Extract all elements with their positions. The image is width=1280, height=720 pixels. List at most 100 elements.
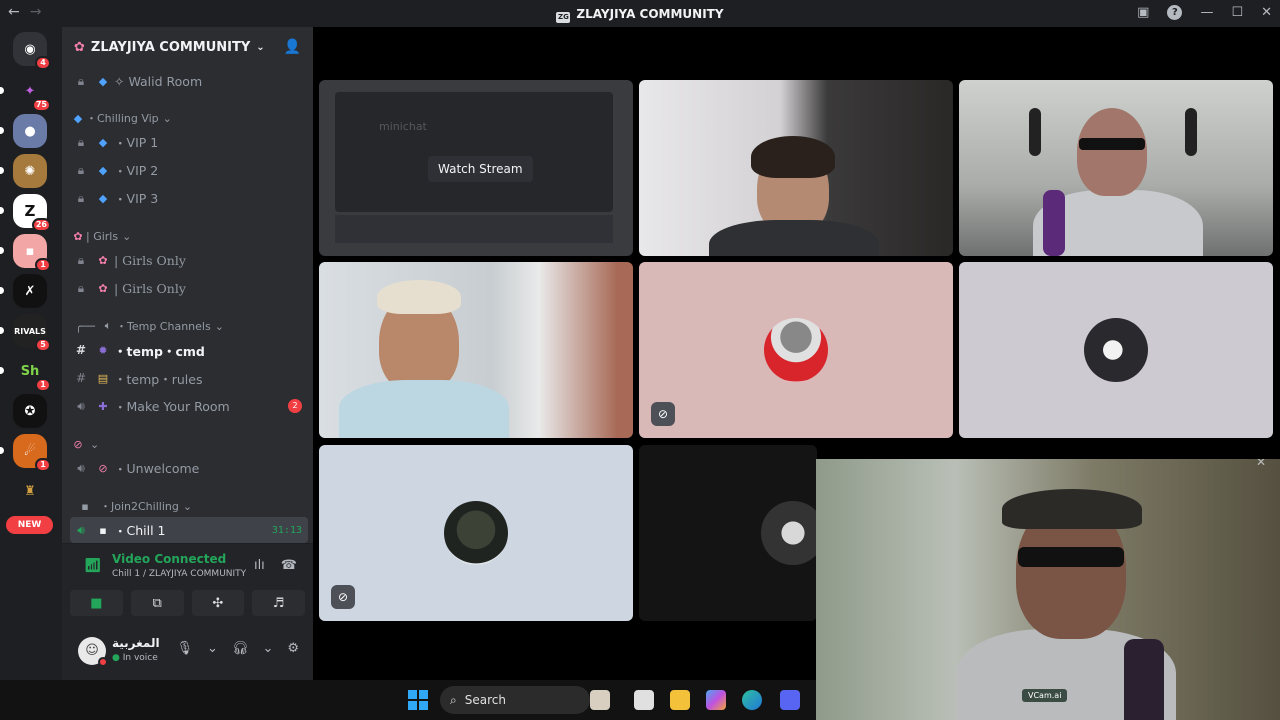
vcam-preview-window[interactable]: ✕ VCam.ai [816,459,1280,720]
channel-unwelcome[interactable]: 🔊︎ ⊘ ・ Unwelcome [70,455,308,481]
file-explorer-icon[interactable] [670,690,690,710]
discord-taskbar-icon[interactable] [780,690,800,710]
task-view-icon[interactable] [634,690,654,710]
gear-icon: ✹ [98,343,108,357]
dot-separator: ・ [116,320,127,333]
close-icon[interactable]: ✕ [1256,459,1266,469]
edge-browser-icon[interactable] [742,690,762,710]
server-icon[interactable]: ● [0,114,47,148]
microphone-icon[interactable]: 🎙︎ [177,641,194,656]
noise-suppression-icon[interactable]: ılı [254,558,265,573]
disconnect-icon[interactable]: ☎ [281,558,297,573]
username[interactable]: المغربية [112,636,160,650]
guild-header[interactable]: ✿ ZLAYJIYA COMMUNITY ⌄ 👤 [62,27,313,67]
chevron-down-icon: ⌄ [214,319,224,333]
server-icon[interactable]: ✦ 75 [0,74,51,112]
category-join2chilling[interactable]: ▪ ・ Join2Chilling ⌄ [70,493,308,519]
server-icon[interactable]: ✺ [0,154,47,188]
participant-video-tile[interactable] [639,80,953,256]
taskbar-search[interactable]: ⌕ Search [440,686,590,714]
no-entry-icon: ⊘ [98,461,108,475]
speaker-icon: 🔊︎ [77,460,85,475]
participant-shoulders [339,380,509,438]
lock-icon: 🔒︎ [77,134,85,149]
channel-vip-1[interactable]: 🔒︎ ◆ ・ VIP 1 [70,129,308,155]
participant-avatar-tile[interactable]: ⊘ [639,262,953,438]
avatar [761,501,817,565]
signal-icon[interactable]: 📶︎ [84,558,102,574]
participant-hair [751,136,835,178]
chevron-down-icon[interactable]: ⌄ [207,641,218,656]
minimize-icon[interactable]: — [1200,5,1213,20]
plus-icon: ✚ [98,399,108,413]
category-chilling-vip[interactable]: ◆ ・ Chilling Vip ⌄ [70,105,308,131]
participant-avatar-tile[interactable]: ⊘ [319,445,633,621]
channel-chill-1[interactable]: 🔊︎ ▪ ・ Chill 1 31:13 [70,517,308,543]
voice-location[interactable]: Chill 1 / ZLAYJIYA COMMUNITY [112,569,246,579]
activities-button[interactable]: ✣ [191,590,245,616]
server-icon[interactable]: ♜ [13,474,47,508]
screen-share-button[interactable]: ⧉ [130,590,184,616]
participant-avatar-tile[interactable] [959,262,1273,438]
channel-temp-cmd[interactable]: # ✹ ・ temp・cmd [70,337,308,363]
server-icon[interactable]: ▪ 1 [0,234,51,272]
stream-tile[interactable]: minichat Watch Stream [319,80,633,256]
camera-off-icon: ⊘ [331,585,355,609]
help-icon[interactable]: ? [1167,5,1183,20]
channel-girls-only[interactable]: 🔒︎ ✿ | Girls Only [70,247,308,273]
channel-walid-room[interactable]: 🔒︎ ◆ ✧ Walid Room [70,68,308,94]
flower-icon: ✿ [73,229,83,243]
server-icon[interactable]: ✗ [0,274,47,308]
avatar[interactable]: ☺ [78,637,108,667]
avatar [444,501,508,565]
server-icon[interactable]: ☄ 1 [0,434,51,472]
screen-share-icon: ⧉ [152,595,162,611]
channel-girls-only[interactable]: 🔒︎ ✿ | Girls Only [70,275,308,301]
chevron-down-icon[interactable]: ⌄ [262,641,273,656]
close-icon[interactable]: ✕ [1261,5,1272,20]
channel-vip-3[interactable]: 🔒︎ ◆ ・ VIP 3 [70,185,308,211]
discord-home-button[interactable]: ◉ 4 [13,32,51,70]
channel-vip-2[interactable]: 🔒︎ ◆ ・ VIP 2 [70,157,308,183]
category-temp-channels[interactable]: ╭── 🔈︎ ・ Temp Channels ⌄ [70,313,308,339]
hook-icon: ╭── [75,319,95,333]
invite-user-icon[interactable]: 👤 [284,39,301,55]
search-icon: ⌕ [450,692,457,707]
dot-separator: ・ [114,191,127,207]
participant-video-tile[interactable] [319,262,633,438]
server-icon[interactable]: RIVALS 5 [0,314,51,352]
soundboard-button[interactable]: ♬ [252,590,305,616]
copilot-icon[interactable] [706,690,726,710]
camera-icon: ▪ [81,499,89,513]
taskbar-app-icon[interactable] [590,690,610,710]
inbox-icon[interactable]: ▣ [1137,5,1149,20]
watch-stream-button[interactable]: Watch Stream [428,156,533,182]
server-rail: ◉ 4 ✦ 75 ● ✺ Z 26 ▪ 1 ✗ RIVALS 5 Sh 1 ✪ ☄ 1 ♜ N… [0,27,62,680]
window-controls: ▣ ? — ☐ ✕ [1137,5,1272,20]
server-icon[interactable]: ✪ [13,394,47,428]
stream-preview-taskbar [335,215,613,243]
participant-video-tile[interactable] [959,80,1273,256]
dot-separator: ・ [114,163,127,179]
windows-start-icon[interactable] [408,690,428,710]
channel-temp-rules[interactable]: # ▤ ・ temp・rules [70,365,308,391]
new-badge: NEW [6,516,53,534]
participant-avatar-tile[interactable] [639,445,817,621]
diamond-icon: ◆ [98,163,108,177]
soundboard-icon: ♬ [272,595,285,611]
settings-gear-icon[interactable]: ⚙ [287,641,299,656]
server-icon[interactable]: Z 26 [0,194,51,232]
maximize-icon[interactable]: ☐ [1231,5,1243,20]
channel-make-your-room[interactable]: 🔊︎ ✚ ・ Make Your Room 2 [70,393,308,419]
camera-button[interactable]: ■ [70,590,123,616]
lock-icon: 🔒︎ [77,252,85,267]
chevron-down-icon: ⌄ [162,111,172,125]
category-girls[interactable]: ✿ | Girls ⌄ [70,223,308,249]
diamond-icon: ◆ [98,191,108,205]
category-unwelcome[interactable]: ⊘ ⌄ [70,431,308,457]
vcam-label: VCam.ai [1022,689,1068,702]
speaker-icon: 🔊︎ [77,522,85,537]
headphones-icon[interactable]: 🎧︎ [232,641,249,656]
voice-status[interactable]: Video Connected [112,552,226,566]
server-icon[interactable]: Sh 1 [0,354,51,392]
